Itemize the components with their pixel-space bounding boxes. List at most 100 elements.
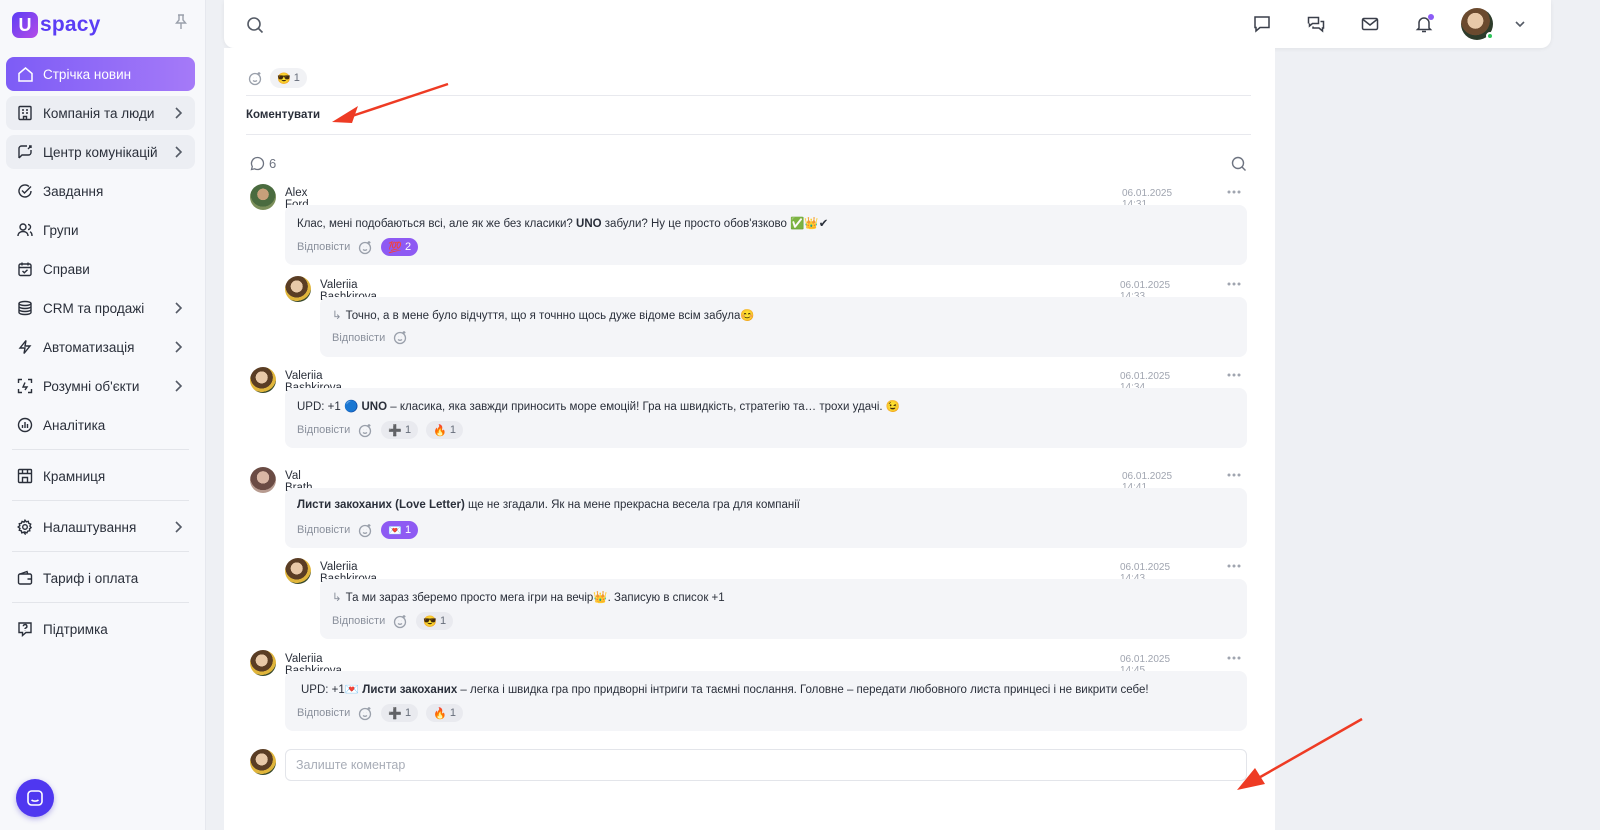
comment-text-part: Точно, а в мене було відчуття, що я точн… bbox=[345, 310, 755, 322]
sidebar-item-label: Налаштування bbox=[43, 519, 137, 535]
reaction-pill[interactable]: ➕ 1 bbox=[381, 704, 419, 722]
reaction-emoji: ➕ bbox=[388, 707, 402, 720]
avatar[interactable] bbox=[250, 184, 276, 210]
sidebar-item-billing[interactable]: Тариф і оплата bbox=[6, 561, 195, 595]
comment-text-bold: UNO bbox=[576, 218, 602, 230]
sidebar-item-news-feed[interactable]: Стрічка новин bbox=[6, 57, 195, 91]
more-options-icon[interactable] bbox=[1226, 561, 1242, 571]
sidebar-item-affairs[interactable]: Справи bbox=[6, 252, 195, 286]
more-options-icon[interactable] bbox=[1226, 653, 1242, 663]
comment-text-part: Клас, мені подобаються всі, але як же бе… bbox=[297, 218, 577, 230]
sidebar-item-crm[interactable]: CRM та продажі bbox=[6, 291, 195, 325]
add-reaction-icon[interactable] bbox=[358, 523, 373, 538]
check-circle-icon bbox=[16, 182, 34, 200]
avatar[interactable] bbox=[250, 650, 276, 676]
chevron-right-icon bbox=[175, 146, 183, 158]
sidebar-item-communications[interactable]: Центр комунікацій bbox=[6, 135, 195, 169]
reaction-count: 1 bbox=[440, 615, 447, 627]
sidebar-item-label: Групи bbox=[43, 222, 79, 238]
sidebar-item-label: Крамниця bbox=[43, 468, 106, 484]
reply-button[interactable]: Відповісти bbox=[297, 424, 350, 436]
comment-button[interactable]: Коментувати bbox=[246, 109, 320, 121]
current-user-avatar bbox=[250, 749, 276, 775]
reaction-emoji: 💌 bbox=[388, 524, 402, 537]
avatar[interactable] bbox=[285, 558, 311, 584]
reaction-emoji: 🔥 bbox=[433, 424, 447, 437]
comment-text-part: – класика, яка завжди приносить море емо… bbox=[387, 401, 901, 413]
reaction-pill[interactable]: 💌 1 bbox=[381, 521, 419, 539]
sidebar-item-support[interactable]: Підтримка bbox=[6, 612, 195, 646]
comment-text-part: Та ми зараз зберемо просто мега ігри на … bbox=[345, 592, 725, 604]
reaction-pill[interactable]: 😎 1 bbox=[416, 612, 454, 630]
online-status-dot bbox=[1486, 32, 1494, 40]
reply-button[interactable]: Відповісти bbox=[297, 524, 350, 536]
sidebar-divider bbox=[12, 449, 189, 450]
more-options-icon[interactable] bbox=[1226, 370, 1242, 380]
sidebar-item-label: Аналітика bbox=[43, 417, 106, 433]
sidebar-item-label: Стрічка новин bbox=[43, 66, 132, 82]
notification-dot bbox=[1428, 14, 1434, 20]
top-bar-actions bbox=[1219, 8, 1531, 40]
store-icon bbox=[16, 467, 34, 485]
add-reaction-icon[interactable] bbox=[358, 240, 373, 255]
reply-button[interactable]: Відповісти bbox=[297, 241, 350, 253]
reaction-pill[interactable]: 🔥 1 bbox=[426, 704, 464, 722]
reply-button[interactable]: Відповісти bbox=[332, 615, 385, 627]
chevron-right-icon bbox=[175, 521, 183, 533]
comment-actions: Відповісти 💌 1 bbox=[297, 521, 419, 539]
chevron-down-icon[interactable] bbox=[1509, 13, 1531, 35]
comment-input[interactable] bbox=[285, 749, 1247, 781]
comment-body: Клас, мені подобаються всі, але як же бе… bbox=[285, 205, 1247, 265]
search-icon[interactable] bbox=[246, 16, 264, 34]
pin-icon[interactable] bbox=[174, 14, 188, 30]
sidebar-item-settings[interactable]: Налаштування bbox=[6, 510, 195, 544]
add-reaction-icon[interactable] bbox=[358, 423, 373, 438]
reaction-pill[interactable]: 🔥 1 bbox=[426, 421, 464, 439]
add-reaction-icon[interactable] bbox=[393, 614, 408, 629]
sidebar-item-label: Автоматизація bbox=[43, 339, 135, 355]
reply-arrow-icon: ↳ bbox=[332, 592, 342, 604]
more-options-icon[interactable] bbox=[1226, 470, 1242, 480]
sidebar-item-analytics[interactable]: Аналітика bbox=[6, 408, 195, 442]
avatar[interactable] bbox=[250, 367, 276, 393]
reaction-count: 1 bbox=[405, 524, 412, 536]
avatar[interactable] bbox=[285, 276, 311, 302]
wallet-icon bbox=[16, 569, 34, 587]
building-icon bbox=[16, 104, 34, 122]
comment-body: ↳ Точно, а в мене було відчуття, що я точ… bbox=[320, 297, 1247, 357]
comments-count-value: 6 bbox=[269, 156, 277, 171]
sidebar-item-store[interactable]: Крамниця bbox=[6, 459, 195, 493]
logo[interactable]: U spacy bbox=[12, 12, 101, 38]
reaction-pill[interactable]: 💯 2 bbox=[381, 238, 419, 256]
add-reaction-icon[interactable] bbox=[393, 330, 408, 345]
chat-icon[interactable] bbox=[1251, 13, 1273, 35]
add-reaction-icon[interactable] bbox=[246, 69, 264, 87]
add-reaction-icon[interactable] bbox=[358, 706, 373, 721]
support-chat-button[interactable] bbox=[16, 779, 54, 817]
reply-button[interactable]: Відповісти bbox=[332, 332, 385, 344]
avatar[interactable] bbox=[250, 467, 276, 493]
sidebar-item-smart-objects[interactable]: Розумні об'єкти bbox=[6, 369, 195, 403]
mail-icon[interactable] bbox=[1359, 13, 1381, 35]
post-reaction-pill[interactable]: 😎 1 bbox=[270, 68, 307, 88]
user-avatar[interactable] bbox=[1461, 8, 1494, 40]
comment-actions: Відповісти ➕ 1 🔥 1 bbox=[297, 704, 464, 722]
sidebar-item-company-people[interactable]: Компанія та люди bbox=[6, 96, 195, 130]
sidebar-item-tasks[interactable]: Завдання bbox=[6, 174, 195, 208]
messenger-icon[interactable] bbox=[1305, 13, 1327, 35]
lightning-icon bbox=[16, 338, 34, 356]
comment-text: Клас, мені подобаються всі, але як же бе… bbox=[297, 216, 828, 230]
reaction-emoji: 🔥 bbox=[433, 707, 447, 720]
sidebar-item-groups[interactable]: Групи bbox=[6, 213, 195, 247]
sidebar-item-label: CRM та продажі bbox=[43, 300, 145, 316]
more-options-icon[interactable] bbox=[1226, 187, 1242, 197]
reply-button[interactable]: Відповісти bbox=[297, 707, 350, 719]
coins-icon bbox=[16, 299, 34, 317]
search-comments-icon[interactable] bbox=[1231, 156, 1247, 172]
more-options-icon[interactable] bbox=[1226, 279, 1242, 289]
reaction-pill[interactable]: ➕ 1 bbox=[381, 421, 419, 439]
comment-text-bold: Листи закоханих (Love Letter) bbox=[297, 499, 465, 511]
reaction-count: 1 bbox=[449, 424, 457, 436]
sidebar-item-automation[interactable]: Автоматизація bbox=[6, 330, 195, 364]
notification-bell-icon[interactable] bbox=[1413, 13, 1435, 35]
